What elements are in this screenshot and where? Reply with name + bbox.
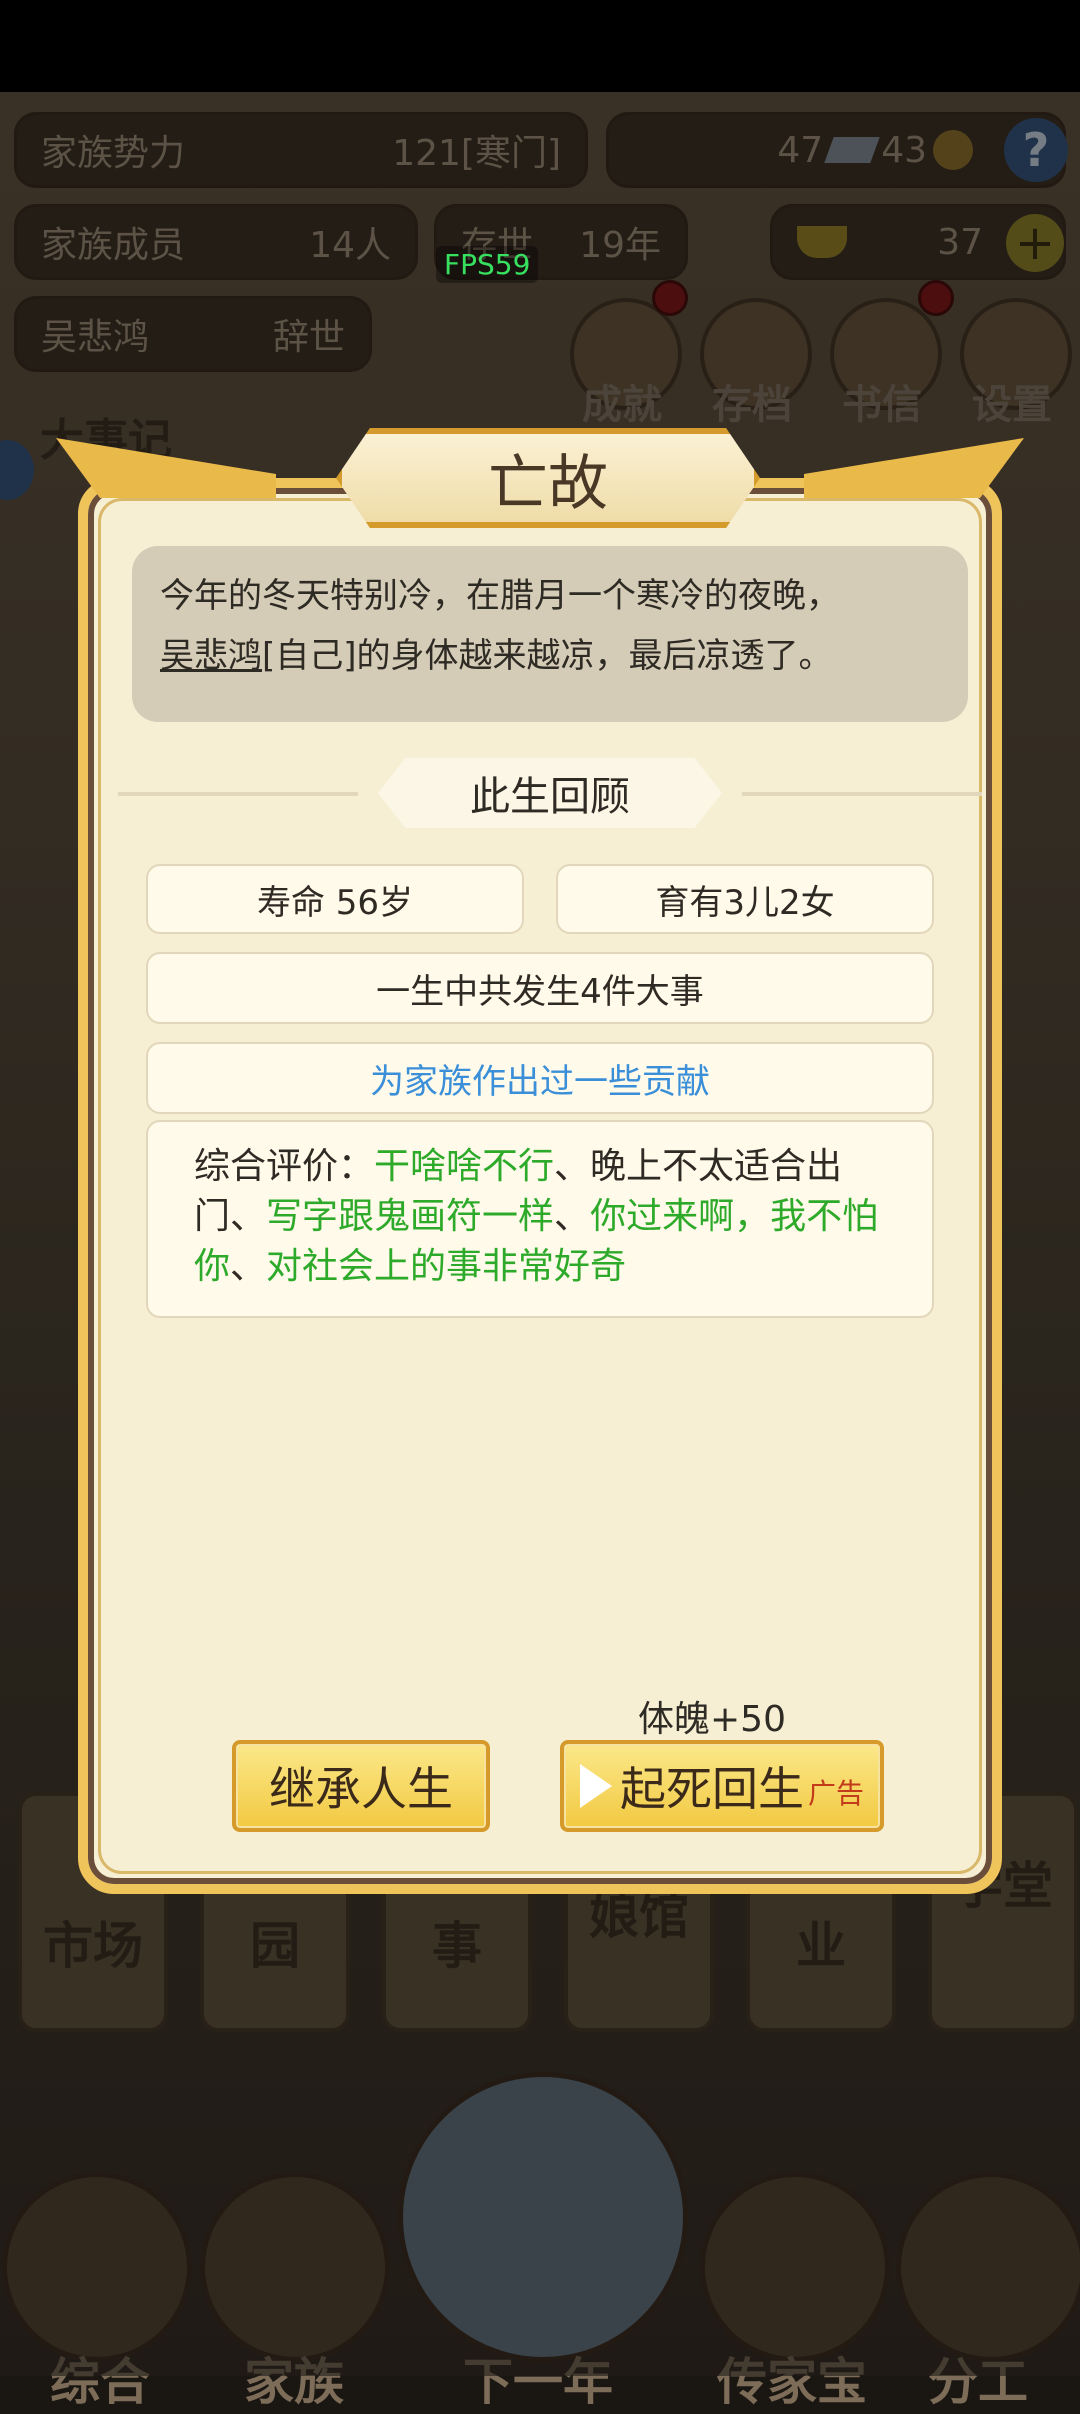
ad-tag: 广告: [807, 1777, 864, 1810]
revive-bonus: 体魄+50: [638, 1699, 786, 1740]
trait-5: 对社会上的事非常好奇: [266, 1246, 627, 1287]
story-line-1: 今年的冬天特别冷，在腊月一个寒冷的夜晚，: [160, 576, 840, 616]
trait-sep-1: 、: [554, 1146, 591, 1187]
inherit-life-button[interactable]: 继承人生: [232, 1740, 490, 1832]
story-line-2: 吴悲鸿[自己]的身体越来越凉，最后凉透了。: [160, 626, 940, 686]
lifespan-box: 寿命 56岁: [146, 864, 524, 934]
story-character-name[interactable]: 吴悲鸿: [160, 636, 262, 676]
children-box: 育有3儿2女: [556, 864, 934, 934]
section-divider-right: [742, 792, 982, 796]
trait-sep-3: 、: [554, 1196, 591, 1237]
play-icon: [579, 1764, 612, 1808]
trait-sep-2: 、: [230, 1196, 267, 1237]
review-prefix: 综合评价：: [194, 1146, 375, 1187]
contribution-box: 为家族作出过一些贡献: [146, 1042, 934, 1114]
trait-sep-4: 、: [230, 1246, 267, 1287]
section-divider-left: [118, 792, 358, 796]
story-line-2-text: [自己]的身体越来越凉，最后凉透了。: [262, 636, 833, 676]
death-dialog: 亡故 今年的冬天特别冷，在腊月一个寒冷的夜晚， 吴悲鸿[自己]的身体越来越凉，最…: [56, 428, 1024, 1894]
dialog-title: 亡故: [488, 448, 608, 519]
life-review-title: 此生回顾: [378, 758, 722, 828]
events-count-box: 一生中共发生4件大事: [146, 952, 934, 1024]
trait-1: 干啥啥不行: [374, 1146, 555, 1187]
overall-review-box: 综合评价：干啥啥不行、晚上不太适合出门、写字跟鬼画符一样、你过来啊，我不怕你、对…: [146, 1120, 934, 1318]
dialog-title-plate: 亡故: [336, 428, 760, 528]
status-bar: [0, 0, 1080, 92]
life-review-header: 此生回顾: [118, 758, 982, 828]
trait-3: 写字跟鬼画符一样: [266, 1196, 555, 1237]
revive-ad-button[interactable]: 起死回生 广告: [560, 1740, 884, 1832]
fps-counter: FPS59: [436, 246, 539, 283]
inherit-life-label: 继承人生: [269, 1762, 453, 1816]
death-story: 今年的冬天特别冷，在腊月一个寒冷的夜晚， 吴悲鸿[自己]的身体越来越凉，最后凉透…: [132, 546, 968, 722]
revive-label: 起死回生: [619, 1762, 804, 1816]
